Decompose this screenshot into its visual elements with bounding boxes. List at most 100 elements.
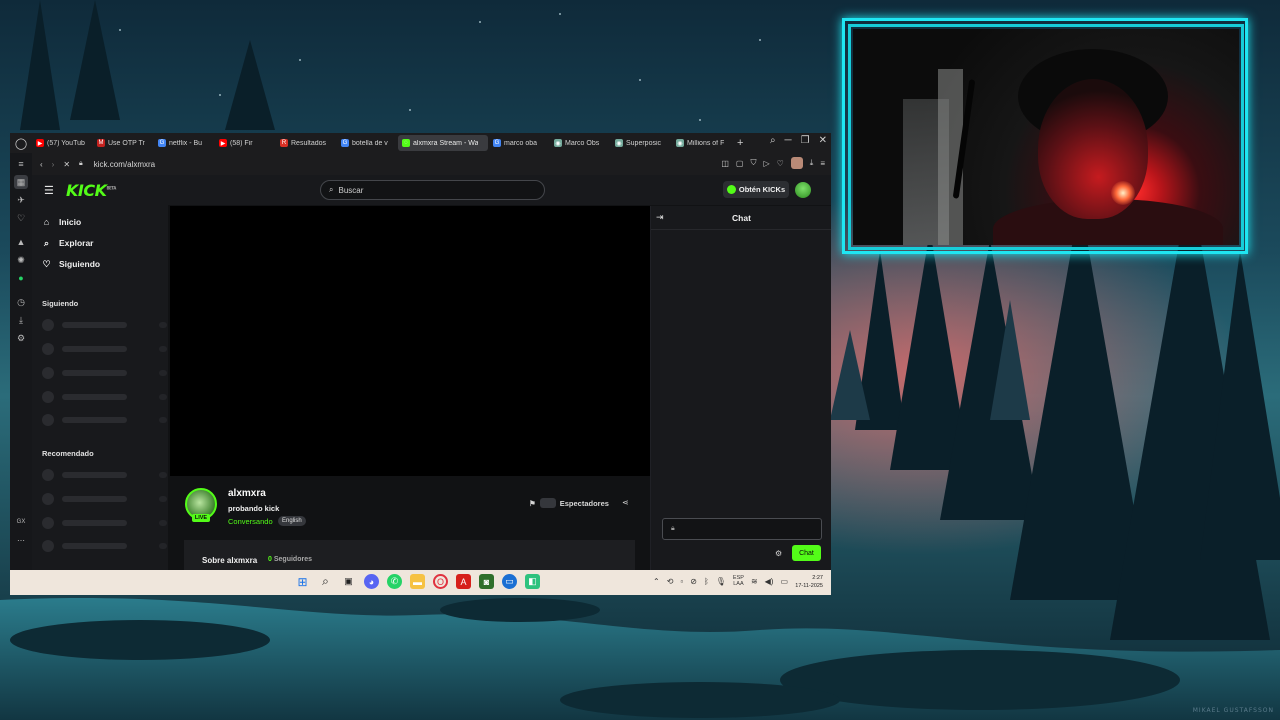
tab-label: Millions of F (687, 139, 725, 147)
tray-mic-icon[interactable]: 🎙︎ (716, 577, 726, 586)
url-field[interactable]: kick.com/alxmxra (94, 160, 155, 169)
channel-name[interactable]: alxmxra (228, 488, 266, 499)
tab[interactable]: R Resultados (276, 135, 336, 151)
sidebar-aria-icon[interactable]: ▲ (14, 235, 28, 249)
kicks-coin-icon (726, 185, 736, 194)
taskbar-search-icon[interactable]: ⌕ (318, 574, 333, 589)
tray-overflow-icon[interactable]: ⌃ (653, 577, 660, 586)
user-avatar[interactable] (795, 182, 811, 198)
sidebar-gx-icon[interactable]: ▦ (14, 175, 28, 189)
shield-icon[interactable]: ⛉ (750, 158, 756, 168)
file-explorer-icon[interactable]: ▬ (410, 574, 425, 589)
clock-date: 17-11-2025 (795, 583, 823, 589)
tab[interactable]: ◉ Superposic (611, 135, 671, 151)
taskbar-apps: ⊞ ⌕ ▣ ◕ ✆ ▬ O A ◙ ▭ ◧ (295, 574, 540, 589)
followers-number: 0 (268, 556, 272, 563)
video-player[interactable] (170, 206, 650, 476)
sidebar-gx-label[interactable]: GX (14, 515, 28, 529)
whatsapp-icon[interactable]: ✆ (387, 574, 402, 589)
viewers-icon: ⚑ (529, 498, 536, 508)
volume-icon[interactable]: ◀︎) (765, 577, 774, 586)
recommended-skeleton-row (42, 517, 167, 529)
site-info-icon[interactable]: 🔒︎ (79, 160, 83, 168)
menu-icon[interactable]: ≡ (820, 159, 825, 168)
screenshot-icon[interactable]: ▢ (736, 159, 744, 168)
nav-explore[interactable]: ⌕ Explorar (42, 236, 94, 250)
reload-icon[interactable]: ✕ (63, 160, 70, 169)
webcam-video (853, 29, 1239, 245)
minimize-icon[interactable]: ─ (785, 135, 792, 146)
acrobat-icon[interactable]: A (456, 574, 471, 589)
tab[interactable]: Gmarco oba (489, 135, 549, 151)
nav-explore-label: Explorar (59, 238, 94, 248)
nav-following[interactable]: ♡ Siguiendo (42, 257, 100, 271)
profile-avatar[interactable] (790, 157, 803, 169)
chat-settings-icon[interactable]: ⚙ (775, 549, 782, 558)
search-placeholder: Buscar (338, 185, 364, 195)
snapshot-icon[interactable]: ◫ (721, 159, 729, 168)
search-input[interactable]: ⌕ Buscar (320, 180, 545, 200)
system-clock[interactable]: 2:27 17-11-2025 (787, 574, 823, 590)
hamburger-menu-icon[interactable]: ☰ (44, 184, 54, 197)
app-blue-icon[interactable]: ▭ (502, 574, 517, 589)
sidebar-download-icon[interactable]: ⤓ (14, 313, 28, 327)
sidebar-history-icon[interactable]: ◷ (14, 295, 28, 309)
tray-camera-icon[interactable]: ▫ (680, 577, 683, 586)
forward-icon[interactable]: › (52, 160, 55, 169)
section-recommended-title: Recomendado (42, 449, 94, 458)
discord-icon[interactable]: ◕ (364, 574, 379, 589)
tray-sync-icon[interactable]: ⟲ (667, 577, 674, 586)
tab[interactable]: ◉ Marco Obs (550, 135, 610, 151)
tab-favicon-icon: R (280, 139, 288, 147)
following-skeleton-row (42, 391, 167, 403)
task-view-icon[interactable]: ▣ (341, 574, 356, 589)
tab[interactable]: ▶ (58) Fir (215, 135, 275, 151)
sidebar-more-icon[interactable]: ⋯ (14, 533, 28, 547)
nav-following-label: Siguiendo (59, 259, 101, 269)
tab[interactable]: ▶ (57) YouTub (32, 135, 92, 151)
back-icon[interactable]: ‹ (40, 160, 43, 169)
nav-home[interactable]: ⌂ Inicio (42, 215, 81, 229)
language-tag[interactable]: English (278, 516, 306, 526)
wifi-icon[interactable]: ≋ (751, 577, 758, 586)
tab[interactable]: M Use OTP Tr (93, 135, 153, 151)
sidebar-settings-icon[interactable]: ⚙ (14, 331, 28, 345)
followers-label: Seguidores (273, 556, 312, 563)
opera-gx-icon[interactable]: O (433, 574, 448, 589)
tab-active[interactable]: ◌ alxmxra Stream - Wa (398, 135, 488, 151)
tab-search-icon[interactable]: ⌕ (770, 135, 776, 146)
tray-bluetooth-icon[interactable]: ᛒ (704, 577, 709, 586)
obs-kick-icon[interactable]: ◧ (525, 574, 540, 589)
close-icon[interactable]: ✕ (819, 135, 827, 146)
video-popout-icon[interactable]: ▷ (763, 159, 769, 168)
keyboard-language[interactable]: ESP LAA (733, 575, 744, 587)
get-kicks-button[interactable]: Obtén KICKs (723, 181, 789, 198)
stream-category[interactable]: Conversando (228, 517, 273, 526)
kick-page: ☰ KICKBETA ⌕ Buscar Obtén KICKs ⌂ Inicio… (32, 175, 831, 570)
tab[interactable]: ◉ Millions of F (672, 135, 732, 151)
search-icon: ⌕ (329, 185, 334, 194)
sidebar-heart-icon[interactable]: ♡ (14, 211, 28, 225)
tray-mute-icon[interactable]: ⊘ (690, 577, 697, 586)
sidebar-pin-icon[interactable]: ✈ (14, 193, 28, 207)
share-icon[interactable]: ⋖ (622, 498, 629, 507)
tab-favicon-icon: ▶ (36, 139, 44, 147)
start-windows-icon[interactable]: ⊞ (295, 574, 310, 589)
bookmark-heart-icon[interactable]: ♡ (777, 159, 784, 168)
tab[interactable]: Gnetflix - Bu (154, 135, 214, 151)
sidebar-chatgpt-icon[interactable]: ✺ (14, 253, 28, 267)
webcam-light-glow (1111, 181, 1135, 205)
chat-send-button[interactable]: Chat (792, 545, 821, 561)
nvidia-icon[interactable]: ◙ (479, 574, 494, 589)
kick-logo[interactable]: KICKBETA (66, 181, 116, 200)
new-tab-icon[interactable]: + (737, 137, 743, 149)
tab[interactable]: Gbotella de v (337, 135, 397, 151)
explore-icon: ⌕ (43, 237, 50, 248)
opera-logo-icon[interactable]: ◯ (10, 137, 32, 150)
tab-favicon-icon: ◉ (554, 139, 562, 147)
downloads-icon[interactable]: ⤓ (810, 158, 814, 168)
chat-message-input[interactable]: 🔒︎ (662, 518, 822, 540)
maximize-icon[interactable]: ❐ (801, 135, 810, 146)
sidebar-whatsapp-icon[interactable]: ● (14, 271, 28, 285)
sidebar-menu-icon[interactable]: ≡ (14, 157, 28, 171)
